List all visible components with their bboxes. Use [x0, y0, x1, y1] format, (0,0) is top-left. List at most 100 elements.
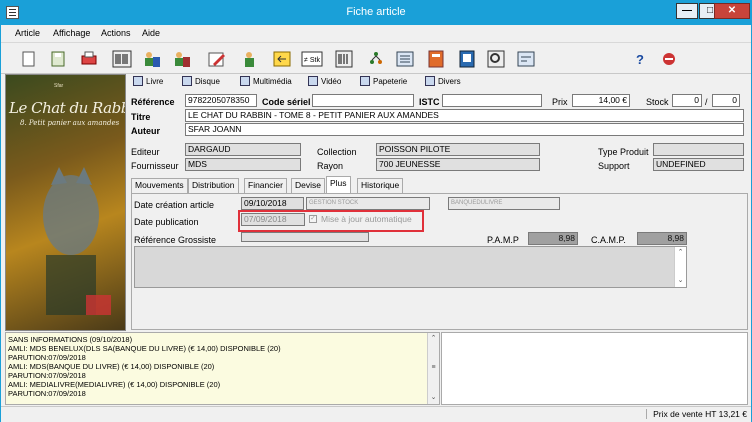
cover-author: Sfar [54, 83, 64, 89]
tab-disque[interactable]: Disque [182, 76, 220, 90]
toolbar: ≠ Stk ? [1, 42, 751, 74]
wholesaler-label: Référence Grossiste [134, 235, 217, 245]
tab-divers-label: Divers [438, 77, 461, 86]
camp-field[interactable]: 8,98 [637, 232, 687, 245]
help-icon[interactable]: ? [629, 48, 651, 70]
disc-icon [182, 76, 192, 86]
monitor-icon [240, 76, 250, 86]
info-line: PARUTION:07/09/2018 [8, 389, 86, 398]
cover-title: Le Chat du Rabbin [9, 99, 125, 117]
shelf-field[interactable]: 700 JEUNESSE [376, 158, 540, 171]
info-line: SANS INFORMATIONS (09/10/2018) [8, 335, 133, 344]
notes-scrollbar[interactable]: ⌃ ⌄ [674, 247, 686, 287]
product-type-field[interactable] [653, 143, 744, 156]
pamp-label: P.A.M.P [487, 235, 519, 245]
supplier-field[interactable]: MDS [185, 158, 301, 171]
support-field[interactable]: UNDEFINED [653, 158, 744, 171]
close-button[interactable]: ✕ [714, 3, 750, 19]
product-type-label: Type Produit [598, 147, 649, 157]
preview-icon[interactable] [485, 48, 507, 70]
list-icon[interactable] [394, 48, 416, 70]
highlight-box [238, 210, 424, 232]
user-add-icon[interactable] [239, 48, 261, 70]
pamp-field[interactable]: 8,98 [528, 232, 578, 245]
tab-livre-label: Livre [146, 77, 164, 86]
publisher-label: Editeur [131, 147, 160, 157]
collection-field[interactable]: POISSON PILOTE [376, 143, 540, 156]
tab-mouvements[interactable]: Mouvements [131, 178, 188, 193]
tab-video[interactable]: Vidéo [308, 76, 341, 90]
wholesaler-field[interactable] [241, 232, 369, 242]
shelf-label: Rayon [317, 161, 344, 171]
tab-financier[interactable]: Financier [244, 178, 287, 193]
tab-plus[interactable]: Plus [326, 176, 351, 193]
menu-aide[interactable]: Aide [142, 28, 160, 38]
minimize-button[interactable]: — [676, 3, 698, 19]
tab-disque-label: Disque [195, 77, 220, 86]
author-field[interactable]: SFAR JOANN [185, 123, 744, 136]
price-label: Prix [552, 97, 568, 107]
book-icon [133, 76, 143, 86]
users-icon[interactable] [141, 48, 163, 70]
istc-field[interactable] [442, 94, 542, 107]
sheet-icon[interactable] [515, 48, 537, 70]
info-line: AMLI: MDS BENELUX(DLS SA(BANQUE DU LIVRE… [8, 344, 281, 353]
edit-icon[interactable] [206, 48, 228, 70]
stock-field-a[interactable]: 0 [672, 94, 702, 107]
tree-icon[interactable] [365, 48, 387, 70]
back-icon[interactable] [271, 48, 293, 70]
source-field: BANQUEDULIVRE [448, 197, 560, 210]
cover-subtitle: 8. Petit panier aux amandes [20, 119, 120, 127]
serial-field[interactable] [312, 94, 414, 107]
doc-icon[interactable] [456, 48, 478, 70]
tab-papeterie[interactable]: Papeterie [360, 76, 407, 90]
scroll-up-icon[interactable]: ⌃ [675, 248, 686, 258]
new-icon[interactable] [17, 48, 39, 70]
info-line: AMLI: MDS(BANQUE DU LIVRE) (€ 14,00) DIS… [8, 362, 215, 371]
info-line: PARUTION:07/09/2018 [8, 353, 86, 362]
created-field[interactable]: 09/10/2018 [241, 197, 304, 210]
scan-icon[interactable] [333, 48, 355, 70]
menu-affichage[interactable]: Affichage [53, 28, 90, 38]
scroll-thumb[interactable]: ≡ [428, 363, 439, 373]
info-line: PARUTION:07/09/2018 [8, 371, 86, 380]
book-icon[interactable] [425, 48, 447, 70]
cover-illustration [43, 167, 111, 315]
status-bar: Prix de vente HT 13,21 € [1, 406, 751, 422]
tab-distribution[interactable]: Distribution [188, 178, 239, 193]
detail-panel [441, 332, 748, 405]
tab-multimedia[interactable]: Multimédia [240, 76, 292, 90]
menu-actions[interactable]: Actions [101, 28, 131, 38]
tab-livre[interactable]: Livre [133, 76, 163, 90]
menu-bar: Article Affichage Actions Aide [1, 25, 751, 42]
created-label: Date création article [134, 200, 215, 210]
save-icon[interactable] [47, 48, 69, 70]
info-scrollbar[interactable]: ⌃ ≡ ⌄ [427, 333, 439, 404]
stock-field-b[interactable]: 0 [712, 94, 740, 107]
tab-devise[interactable]: Devise [291, 178, 325, 193]
reference-field[interactable]: 9782205078350 [185, 94, 257, 107]
stock-label: Stock [646, 97, 669, 107]
exit-icon[interactable] [658, 48, 680, 70]
svg-text:?: ? [636, 52, 644, 67]
barcode-icon[interactable] [111, 48, 133, 70]
tab-historique[interactable]: Historique [357, 178, 404, 193]
scroll-down-icon[interactable]: ⌄ [428, 393, 439, 403]
price-field[interactable]: 14,00 € [572, 94, 630, 107]
scroll-down-icon[interactable]: ⌄ [675, 276, 686, 286]
users-group-icon[interactable] [171, 48, 193, 70]
print-icon[interactable] [78, 48, 100, 70]
title-label: Titre [131, 112, 151, 122]
cover-image: Sfar Le Chat du Rabbin 8. Petit panier a… [5, 74, 126, 331]
menu-article[interactable]: Article [15, 28, 40, 38]
tab-divers[interactable]: Divers [425, 76, 461, 90]
publisher-field[interactable]: DARGAUD [185, 143, 301, 156]
reference-label: Référence [131, 97, 175, 107]
notes-area[interactable]: ⌃ ⌄ [134, 246, 687, 288]
collection-label: Collection [317, 147, 357, 157]
tab-multimedia-label: Multimédia [253, 77, 292, 86]
title-field[interactable]: LE CHAT DU RABBIN - TOME 8 - PETIT PANIE… [185, 109, 744, 122]
scroll-up-icon[interactable]: ⌃ [428, 334, 439, 344]
stock-icon[interactable]: ≠ Stk [301, 48, 323, 70]
video-icon [308, 76, 318, 86]
